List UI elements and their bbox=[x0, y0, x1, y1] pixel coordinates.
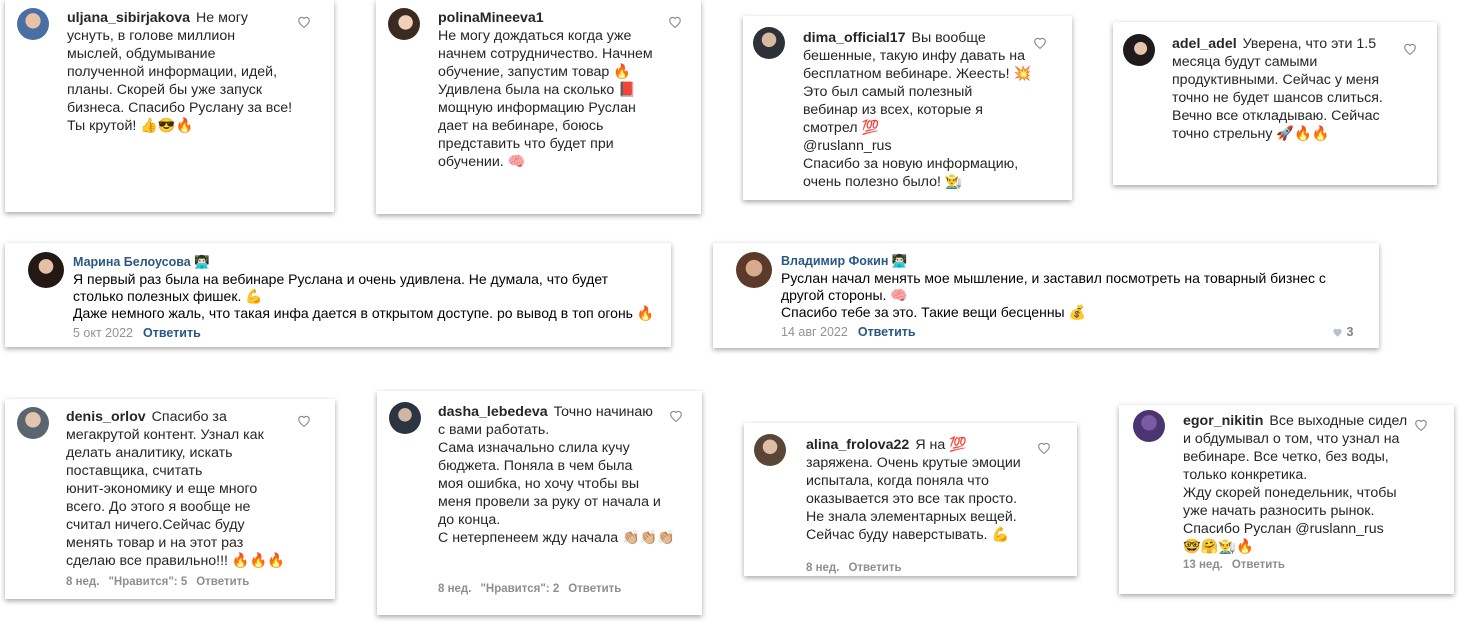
comment-card: alina_frolova22 Я на 💯 заряжена. Очень кр… bbox=[744, 423, 1077, 576]
comment-text: alina_frolova22 Я на 💯 заряжена. Очень кр… bbox=[806, 437, 1021, 543]
comment-time: 8 нед. bbox=[66, 576, 100, 588]
like-count[interactable]: "Нравится": 5 bbox=[108, 576, 187, 588]
heart-icon[interactable] bbox=[1037, 441, 1051, 454]
comment-date: 5 окт 2022 bbox=[73, 326, 133, 340]
comment-card: Марина Белоусова 👨🏻‍💻 Я первый раз была … bbox=[5, 243, 671, 347]
comment-text: uljana_sibirjakova Не могу уснуть, в голо… bbox=[67, 10, 293, 134]
comment-text: dima_official17 Вы вообще бешенные, такую… bbox=[803, 30, 1032, 190]
comment-text: Я первый раз была на вебинаре Руслана и … bbox=[73, 271, 655, 321]
username[interactable]: alina_frolova22 bbox=[806, 437, 909, 453]
comment-text: egor_nikitin Все выходные сидел и обдумыв… bbox=[1183, 413, 1408, 555]
comment-text: polinaMineeva1 Не могу дождаться когда у… bbox=[438, 10, 653, 170]
username[interactable]: dasha_lebedeva bbox=[438, 404, 548, 420]
heart-icon[interactable] bbox=[1403, 42, 1417, 55]
comment-time: 13 нед. bbox=[1183, 559, 1223, 571]
comment-card: uljana_sibirjakova Не могу уснуть, в голо… bbox=[5, 0, 334, 212]
heart-icon[interactable] bbox=[668, 15, 682, 28]
reply-link[interactable]: Ответить bbox=[196, 576, 249, 588]
heart-icon bbox=[1333, 328, 1342, 337]
comment-card: dasha_lebedeva Точно начинаю с вами работ… bbox=[377, 391, 702, 615]
comment-time: 8 нед. bbox=[438, 583, 472, 595]
avatar[interactable] bbox=[754, 434, 786, 466]
reply-link[interactable]: Ответить bbox=[858, 325, 916, 339]
avatar[interactable] bbox=[17, 407, 49, 439]
comment-meta: 8 нед. "Нравится": 5 Ответить bbox=[66, 576, 258, 588]
heart-icon[interactable] bbox=[1033, 36, 1047, 49]
comment-text: dasha_lebedeva Точно начинаю с вами работ… bbox=[438, 404, 676, 546]
comment-text: adel_adel Уверена, что эти 1.5 месяца буд… bbox=[1172, 36, 1383, 142]
username[interactable]: uljana_sibirjakova bbox=[67, 10, 190, 26]
author-name[interactable]: Марина Белоусова 👨🏻‍💻 bbox=[73, 255, 210, 270]
comment-card: egor_nikitin Все выходные сидел и обдумыв… bbox=[1119, 405, 1454, 594]
reply-link[interactable]: Ответить bbox=[568, 583, 621, 595]
username[interactable]: denis_orlov bbox=[66, 409, 146, 425]
avatar[interactable] bbox=[1133, 410, 1165, 442]
reply-link[interactable]: Ответить bbox=[143, 326, 201, 340]
like-count[interactable]: 3 bbox=[1332, 325, 1353, 339]
avatar[interactable] bbox=[17, 8, 49, 40]
heart-icon[interactable] bbox=[1414, 418, 1428, 431]
heart-icon[interactable] bbox=[297, 414, 311, 427]
comment-card: denis_orlov Спасибо за мегакрутой контент… bbox=[5, 399, 335, 599]
comment-card: polinaMineeva1 Не могу дождаться когда у… bbox=[376, 0, 701, 214]
avatar[interactable] bbox=[389, 402, 421, 434]
reply-link[interactable]: Ответить bbox=[848, 562, 901, 574]
comment-date: 14 авг 2022 bbox=[781, 325, 848, 339]
heart-icon[interactable] bbox=[297, 15, 311, 28]
reply-link[interactable]: Ответить bbox=[1232, 559, 1285, 571]
username[interactable]: egor_nikitin bbox=[1183, 413, 1263, 429]
like-count[interactable]: "Нравится": 2 bbox=[480, 583, 559, 595]
username[interactable]: adel_adel bbox=[1172, 36, 1237, 52]
heart-icon[interactable] bbox=[669, 409, 683, 422]
username[interactable]: dima_official17 bbox=[803, 30, 906, 46]
comment-time: 8 нед. bbox=[806, 562, 840, 574]
avatar[interactable] bbox=[753, 27, 785, 59]
comment-text: Руслан начал менять мое мышление, и заст… bbox=[781, 270, 1326, 320]
author-name[interactable]: Владимир Фокин 👨🏻‍💻 bbox=[781, 254, 907, 269]
comment-meta: 14 авг 2022 Ответить bbox=[781, 325, 916, 339]
avatar[interactable] bbox=[28, 252, 64, 288]
comment-meta: 8 нед. "Нравится": 2 Ответить bbox=[438, 583, 630, 595]
username[interactable]: polinaMineeva1 bbox=[438, 10, 544, 26]
comment-card: adel_adel Уверена, что эти 1.5 месяца буд… bbox=[1113, 22, 1437, 185]
comment-text: denis_orlov Спасибо за мегакрутой контент… bbox=[66, 409, 285, 569]
comment-meta: 8 нед. Ответить bbox=[806, 562, 911, 574]
avatar[interactable] bbox=[736, 252, 772, 288]
comment-card: Владимир Фокин 👨🏻‍💻 Руслан начал менять … bbox=[713, 243, 1379, 348]
comment-meta: 5 окт 2022 Ответить bbox=[73, 326, 201, 340]
avatar[interactable] bbox=[1123, 34, 1155, 66]
comment-meta: 13 нед. Ответить bbox=[1183, 559, 1294, 571]
comment-card: dima_official17 Вы вообще бешенные, такую… bbox=[743, 16, 1072, 200]
avatar[interactable] bbox=[388, 8, 420, 40]
